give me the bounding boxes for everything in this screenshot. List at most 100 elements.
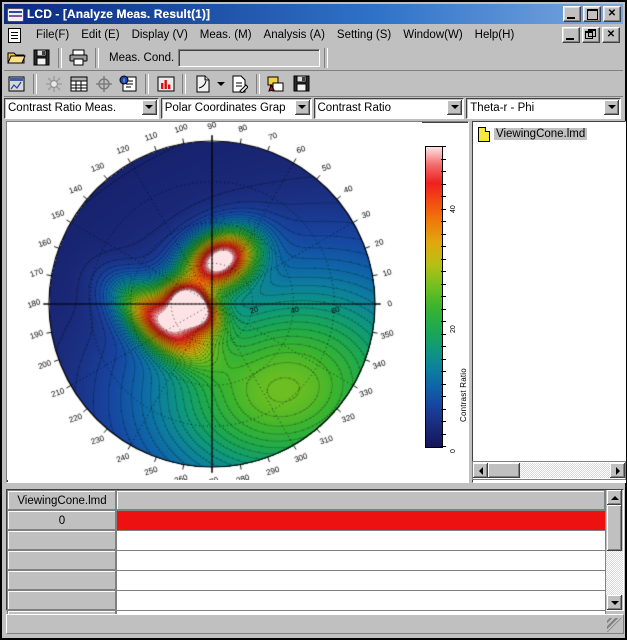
page-dropdown-arrow-icon[interactable] <box>216 73 226 95</box>
page-edit-icon[interactable] <box>228 73 251 95</box>
column-header-values[interactable] <box>116 490 606 511</box>
quantity-combo[interactable]: Contrast Ratio <box>313 97 465 119</box>
colorbar-tick-label: 20 <box>450 325 457 333</box>
selector-bar: Contrast Ratio Meas. Polar Coordinates G… <box>4 97 623 119</box>
resize-grip-icon[interactable] <box>607 618 621 632</box>
toolbar2-separator-2 <box>145 73 149 94</box>
scrollbar-track[interactable] <box>606 551 623 595</box>
table-row[interactable]: 0 <box>7 510 606 531</box>
maximize-button[interactable] <box>583 6 601 22</box>
toolbar2-separator <box>33 73 37 94</box>
toolbar-separator <box>58 47 62 68</box>
data-grid: ViewingCone.lmd 0 <box>7 490 606 631</box>
table-row[interactable] <box>7 530 606 551</box>
chevron-down-icon[interactable] <box>141 99 157 115</box>
coordinate-system-combo[interactable]: Theta-r - Phi <box>466 97 621 119</box>
meas-cond-label: Meas. Cond. <box>109 51 175 64</box>
mdi-restore-button[interactable] <box>582 27 600 43</box>
column-header-file[interactable]: ViewingCone.lmd <box>7 490 117 511</box>
svg-text:i: i <box>123 78 124 84</box>
scrollbar-thumb[interactable] <box>488 463 520 478</box>
row-value[interactable] <box>116 590 606 611</box>
close-button[interactable]: ✕ <box>603 6 621 22</box>
table-row[interactable] <box>7 550 606 571</box>
table-row[interactable] <box>7 570 606 591</box>
crosshair-icon[interactable] <box>92 73 115 95</box>
toolbar2-separator-3 <box>182 73 186 94</box>
chevron-down-icon[interactable] <box>294 99 310 115</box>
status-bar <box>6 614 624 634</box>
meas-cond-field[interactable] <box>178 48 321 67</box>
save-data-icon[interactable] <box>290 73 313 95</box>
table-view-icon[interactable] <box>67 73 90 95</box>
scroll-up-button[interactable] <box>607 490 622 505</box>
grid-vertical-scrollbar[interactable] <box>606 490 623 610</box>
chevron-down-icon[interactable] <box>604 99 619 115</box>
row-value[interactable] <box>116 570 606 591</box>
colorbar-title: Contrast Ratio <box>459 368 468 422</box>
scrollbar-track[interactable] <box>520 463 610 478</box>
data-grid-pane[interactable]: ViewingCone.lmd 0 <box>6 489 624 631</box>
row-header[interactable] <box>7 590 117 611</box>
analyze-window-icon[interactable] <box>5 73 28 95</box>
title-bar: LCD - [Analyze Meas. Result(1)] ✕ <box>4 4 623 24</box>
open-icon[interactable] <box>5 47 28 69</box>
menu-item-edit[interactable]: Edit (E) <box>75 28 125 42</box>
graph-pane[interactable]: 0 20 40 Contrast Ratio <box>6 121 469 483</box>
file-list-horizontal-scrollbar[interactable] <box>472 461 626 480</box>
scrollbar-thumb[interactable] <box>607 505 622 551</box>
colorbar-tick-label: 40 <box>450 205 457 213</box>
row-header[interactable] <box>7 530 117 551</box>
chevron-down-icon[interactable] <box>447 99 463 115</box>
toolbar-primary: Meas. Cond. <box>4 45 623 71</box>
measurement-type-combo[interactable]: Contrast Ratio Meas. <box>4 97 159 119</box>
menu-item-window[interactable]: Window(W) <box>397 28 468 42</box>
menu-item-file[interactable]: File(F) <box>30 28 75 42</box>
list-item-label: ViewingCone.lmd <box>494 127 588 140</box>
print-icon[interactable] <box>67 47 90 69</box>
measurement-type-value: Contrast Ratio Meas. <box>8 102 117 114</box>
toolbar2-separator-4 <box>256 73 260 94</box>
toolbar-separator-2 <box>95 47 99 68</box>
export-icon[interactable] <box>265 73 288 95</box>
document-icon <box>478 126 490 142</box>
row-header[interactable]: 0 <box>7 510 117 531</box>
menu-bar: File(F) Edit (E) Display (V) Meas. (M) A… <box>4 24 623 46</box>
table-header-row: ViewingCone.lmd <box>7 490 606 511</box>
list-item[interactable]: ViewingCone.lmd <box>478 126 625 142</box>
table-row[interactable] <box>7 590 606 611</box>
menu-item-analysis[interactable]: Analysis (A) <box>258 28 331 42</box>
row-value[interactable] <box>116 550 606 571</box>
menu-item-display[interactable]: Display (V) <box>126 28 194 42</box>
save-icon[interactable] <box>30 47 53 69</box>
row-header[interactable] <box>7 550 117 571</box>
menu-item-help[interactable]: Help(H) <box>469 28 521 42</box>
polar-plot-canvas <box>7 122 422 480</box>
mdi-close-button[interactable]: ✕ <box>602 27 620 43</box>
minimize-button[interactable] <box>563 6 581 22</box>
mdi-minimize-button[interactable] <box>562 27 580 43</box>
scroll-down-button[interactable] <box>607 595 622 610</box>
row-header[interactable] <box>7 570 117 591</box>
menu-item-setting[interactable]: Setting (S) <box>331 28 397 42</box>
toolbar-secondary: i <box>4 71 623 97</box>
row-value[interactable] <box>116 530 606 551</box>
sun-measure-icon[interactable] <box>42 73 65 95</box>
menu-item-meas[interactable]: Meas. (M) <box>194 28 258 42</box>
quantity-value: Contrast Ratio <box>317 102 392 114</box>
mdi-window-controls: ✕ <box>562 27 620 43</box>
colorbar-ticks <box>441 146 447 447</box>
row-value[interactable] <box>116 510 606 531</box>
scroll-right-button[interactable] <box>610 463 625 478</box>
document-window-icon[interactable] <box>7 27 24 43</box>
info-report-icon[interactable]: i <box>117 73 140 95</box>
coordinate-system-value: Theta-r - Phi <box>470 102 535 114</box>
scroll-left-button[interactable] <box>473 463 488 478</box>
file-list-pane[interactable]: ViewingCone.lmd <box>472 121 626 483</box>
graph-type-combo[interactable]: Polar Coordinates Grap <box>160 97 312 119</box>
lcd-app-icon <box>7 7 24 22</box>
graph-type-value: Polar Coordinates Grap <box>164 102 286 114</box>
colorbar-tick-label: 0 <box>450 449 457 453</box>
bar-chart-icon[interactable] <box>154 73 177 95</box>
page-copy-icon[interactable] <box>191 73 214 95</box>
